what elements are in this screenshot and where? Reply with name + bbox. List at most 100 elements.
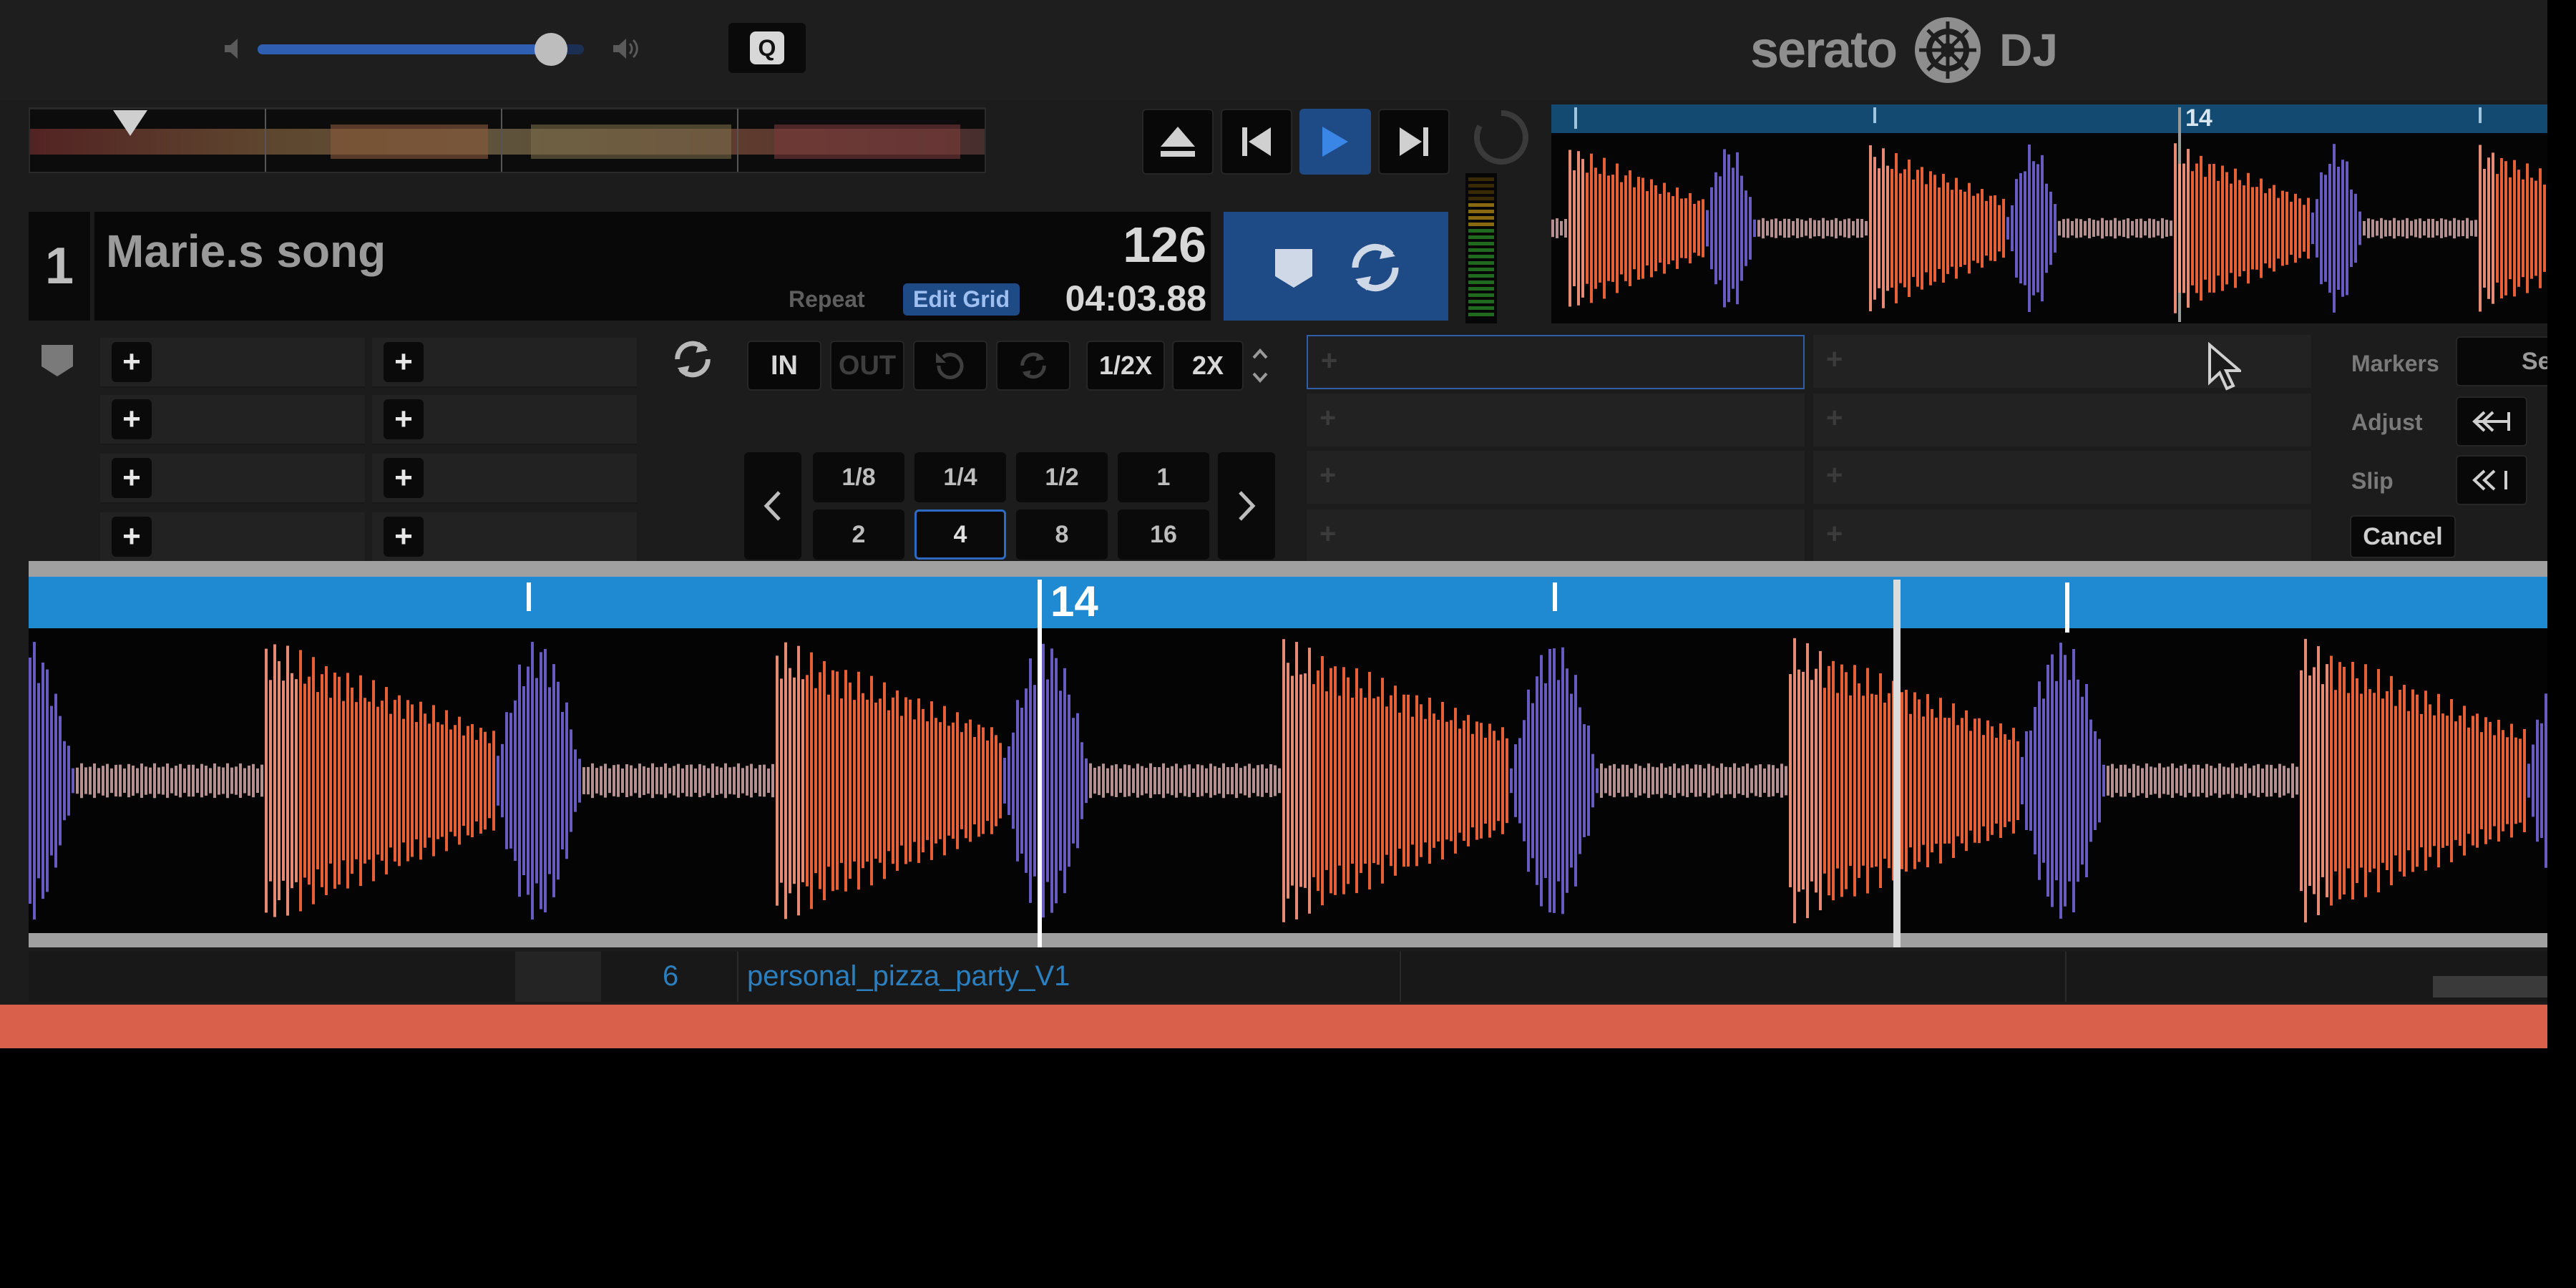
- volume-high-icon[interactable]: [611, 36, 640, 62]
- brand-suffix: DJ: [1999, 24, 2058, 76]
- add-icon: +: [1319, 402, 1337, 434]
- beat-size-button[interactable]: 2: [813, 509, 904, 560]
- loop-double-label: 2X: [1191, 351, 1224, 380]
- cancel-label: Cancel: [2363, 522, 2443, 550]
- library-scrollbar[interactable]: [2433, 976, 2547, 997]
- library-column-divider: [515, 952, 601, 1002]
- serato-logo-icon: [1913, 16, 1982, 84]
- beat-size-button[interactable]: 1/8: [813, 452, 904, 502]
- cue-sync-panel: [1224, 212, 1448, 321]
- add-cue-icon[interactable]: +: [112, 342, 152, 382]
- add-cue-icon[interactable]: +: [384, 517, 424, 557]
- sync-indicator-icon: [1471, 107, 1531, 167]
- add-cue-icon[interactable]: +: [112, 399, 152, 439]
- quantize-button[interactable]: Q: [728, 23, 806, 73]
- loop-stepper[interactable]: [1249, 341, 1271, 391]
- deck-number: 1: [44, 238, 74, 295]
- overview-grid-tick: [2479, 107, 2482, 123]
- sync-button[interactable]: [1345, 238, 1405, 298]
- level-segment: [1468, 190, 1494, 194]
- hot-cue-slot[interactable]: +: [100, 454, 365, 504]
- hot-cue-slot[interactable]: +: [372, 454, 637, 504]
- cue-marker-button[interactable]: [1271, 245, 1317, 291]
- reloop-button[interactable]: [913, 341, 987, 391]
- bar-marker-number: 14: [1050, 577, 1098, 625]
- cancel-button[interactable]: Cancel: [2350, 515, 2456, 558]
- beat-next-button[interactable]: [1218, 452, 1275, 560]
- cue-flag-icon: [39, 342, 76, 379]
- level-segment: [1468, 203, 1494, 207]
- beat-size-button[interactable]: 1/2: [1016, 452, 1108, 502]
- repeat-button[interactable]: Repeat: [789, 286, 865, 313]
- marker-slot[interactable]: +: [1813, 509, 2311, 562]
- playhead-marker-icon[interactable]: [113, 110, 147, 136]
- adjust-left-icon: [2472, 411, 2510, 432]
- level-segment: [1468, 216, 1494, 220]
- loop-out-label: OUT: [838, 350, 897, 381]
- adjust-left-button[interactable]: [2456, 396, 2527, 447]
- slip-label: Slip: [2351, 468, 2394, 494]
- library-column-divider: [1400, 952, 1401, 1002]
- beat-size-button[interactable]: 1: [1118, 452, 1209, 502]
- reloop-icon: [936, 353, 964, 379]
- loop-toggle-icon[interactable]: [670, 336, 716, 382]
- next-track-icon: [1400, 127, 1428, 156]
- level-segment: [1468, 255, 1494, 258]
- loop-out-button[interactable]: OUT: [830, 341, 904, 391]
- add-icon: +: [1826, 459, 1843, 491]
- loop-in-button[interactable]: IN: [747, 341, 821, 391]
- loop-active-button[interactable]: [996, 341, 1070, 391]
- library-column-divider: [737, 952, 738, 1002]
- beat-size-button[interactable]: 8: [1016, 509, 1108, 560]
- serato-logo: serato DJ: [1750, 14, 2058, 86]
- zoomed-waveform-overview[interactable]: 14: [1551, 104, 2547, 323]
- eject-button[interactable]: [1142, 109, 1214, 175]
- hot-cue-slot[interactable]: +: [100, 512, 365, 562]
- level-segment: [1468, 242, 1494, 245]
- previous-track-button[interactable]: [1221, 109, 1292, 175]
- markers-label: Markers: [2351, 351, 2439, 376]
- cue-slot-selected[interactable]: +: [1307, 335, 1805, 389]
- overview-bar-marker: 14: [2185, 104, 2212, 132]
- level-segment: [1468, 223, 1494, 226]
- beat-prev-button[interactable]: [744, 452, 801, 560]
- beat-size-button[interactable]: 16: [1118, 509, 1209, 560]
- hot-cue-slot[interactable]: +: [372, 338, 637, 388]
- marker-slot[interactable]: +: [1307, 509, 1805, 562]
- add-icon: +: [1826, 518, 1843, 550]
- volume-low-icon[interactable]: [222, 36, 248, 62]
- add-cue-icon[interactable]: +: [384, 458, 424, 498]
- add-cue-icon[interactable]: +: [112, 458, 152, 498]
- level-segment: [1468, 268, 1494, 271]
- edit-grid-button[interactable]: Edit Grid: [903, 283, 1020, 316]
- add-cue-icon[interactable]: +: [384, 342, 424, 382]
- next-track-button[interactable]: [1378, 109, 1450, 175]
- add-icon: +: [1826, 402, 1843, 434]
- library-row[interactable]: 6 personal_pizza_party_V1: [29, 952, 2547, 1002]
- hot-cue-slot[interactable]: +: [372, 512, 637, 562]
- hot-cue-slot[interactable]: +: [100, 338, 365, 388]
- volume-slider-track[interactable]: [258, 33, 584, 66]
- hot-cue-slot[interactable]: +: [100, 395, 365, 445]
- loop-double-button[interactable]: 2X: [1172, 341, 1244, 391]
- play-button[interactable]: [1299, 109, 1371, 175]
- marker-slot[interactable]: +: [1813, 451, 2311, 504]
- track-overview[interactable]: [29, 107, 986, 173]
- marker-slot[interactable]: +: [1307, 394, 1805, 447]
- add-cue-icon[interactable]: +: [384, 399, 424, 439]
- beat-size-button[interactable]: 4: [914, 509, 1006, 560]
- overview-grid-tick: [1873, 107, 1876, 123]
- main-waveform[interactable]: 14: [29, 561, 2547, 947]
- markers-set-button[interactable]: Se: [2456, 336, 2547, 386]
- beatgrid-bar: [29, 577, 2547, 628]
- slip-left-button[interactable]: [2456, 455, 2527, 505]
- beat-size-button[interactable]: 1/4: [914, 452, 1006, 502]
- previous-track-icon: [1242, 127, 1271, 156]
- chevron-left-icon: [763, 491, 781, 521]
- add-cue-icon[interactable]: +: [112, 517, 152, 557]
- loop-half-button[interactable]: 1/2X: [1086, 341, 1165, 391]
- marker-slot[interactable]: +: [1307, 451, 1805, 504]
- hot-cue-slot[interactable]: +: [372, 395, 637, 445]
- bottom-accent-bar: [0, 1005, 2547, 1048]
- marker-slot[interactable]: +: [1813, 394, 2311, 447]
